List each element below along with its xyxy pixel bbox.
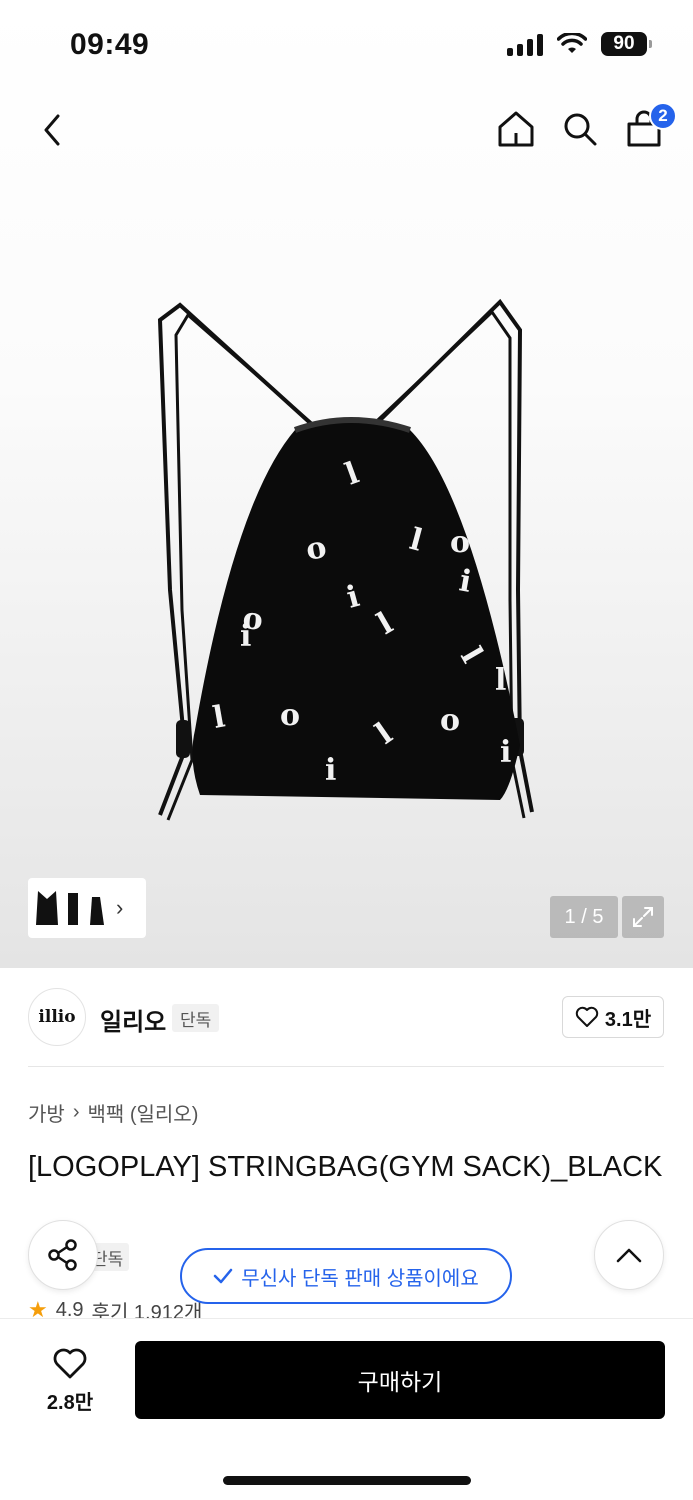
brand-exclusive-badge: 단독: [172, 1004, 220, 1032]
thumbnail-strip[interactable]: ›: [28, 878, 146, 938]
nav-actions: 2: [495, 102, 677, 154]
expand-image-button[interactable]: [622, 896, 664, 938]
rating-row[interactable]: ★ 4.9 후기 1,912개: [28, 1300, 202, 1320]
chevron-right-icon: ›: [72, 1101, 80, 1123]
buy-button[interactable]: 구매하기: [135, 1341, 665, 1419]
cart-button[interactable]: 2: [623, 102, 677, 154]
checkmark-icon: [214, 1268, 233, 1284]
chevron-left-icon: [44, 114, 60, 146]
bag-logo-letter: l: [495, 663, 506, 698]
wifi-icon: [557, 33, 587, 53]
home-indicator: [223, 1476, 471, 1485]
brand-row: illio 일리오 단독 3.1만: [28, 988, 664, 1048]
top-navigation: 2: [0, 100, 693, 160]
thumbnail-image: [90, 897, 104, 925]
cart-count-badge: 2: [649, 102, 677, 130]
breadcrumb: 가방 › 백팩 (일리오): [28, 1098, 198, 1127]
chevron-up-icon: [616, 1248, 642, 1263]
wishlist-count: 2.8만: [46, 1391, 94, 1414]
review-count: 후기 1,912개: [91, 1301, 203, 1321]
divider: [28, 1066, 664, 1067]
share-button[interactable]: [28, 1220, 98, 1290]
back-button[interactable]: [30, 108, 74, 152]
scroll-to-top-button[interactable]: [594, 1220, 664, 1290]
star-icon: ★: [28, 1300, 48, 1320]
image-page-indicator: 1 / 5: [550, 896, 618, 938]
status-bar: 09:49 90: [0, 0, 693, 90]
status-icons: 90: [507, 32, 652, 56]
bag-logo-letter: i: [500, 735, 511, 770]
product-title: [LOGOPLAY] STRINGBAG(GYM SACK)_BLACK: [28, 1151, 663, 1183]
search-icon: [564, 113, 597, 146]
rating-value: 4.9: [55, 1300, 84, 1320]
bag-logo-letter: i: [325, 753, 336, 788]
bag-logo-letter: o: [450, 525, 470, 560]
product-image[interactable]: lo l ooi ii lll ol oiil: [140, 290, 560, 830]
thumbnail-image: [36, 891, 58, 925]
breadcrumb-category[interactable]: 가방: [28, 1098, 65, 1127]
breadcrumb-subcategory[interactable]: 백팩 (일리오): [87, 1098, 198, 1127]
brand-name[interactable]: 일리오: [100, 1002, 166, 1037]
toast-message: 무신사 단독 판매 상품이에요: [241, 1267, 479, 1290]
brand-like-button[interactable]: 3.1만: [562, 996, 664, 1038]
status-time: 09:49: [70, 28, 150, 61]
cellular-signal-icon: [507, 32, 543, 56]
home-icon: [498, 111, 534, 147]
brand-logo[interactable]: illio: [28, 988, 86, 1046]
home-button[interactable]: [495, 104, 537, 154]
bag-logo-letter: o: [440, 703, 460, 738]
exclusive-toast: 무신사 단독 판매 상품이에요: [180, 1248, 512, 1304]
bag-logo-letter: o: [280, 698, 300, 733]
chevron-right-icon: ›: [116, 895, 124, 920]
brand-like-count: 3.1만: [604, 1008, 652, 1031]
heart-icon: [53, 1348, 87, 1378]
heart-icon: [575, 1006, 599, 1027]
thumbnail-image: [68, 893, 78, 925]
battery-icon: 90: [601, 32, 652, 56]
search-button[interactable]: [559, 104, 601, 154]
share-icon: [48, 1239, 77, 1271]
expand-icon: [633, 907, 653, 927]
wishlist-button[interactable]: 2.8만: [30, 1341, 110, 1421]
bag-logo-letter: i: [240, 619, 251, 654]
product-hero: 09:49 90 2 l o l o o i i i l l l o l o i…: [0, 0, 693, 968]
purchase-bar: 2.8만 구매하기: [0, 1318, 693, 1500]
